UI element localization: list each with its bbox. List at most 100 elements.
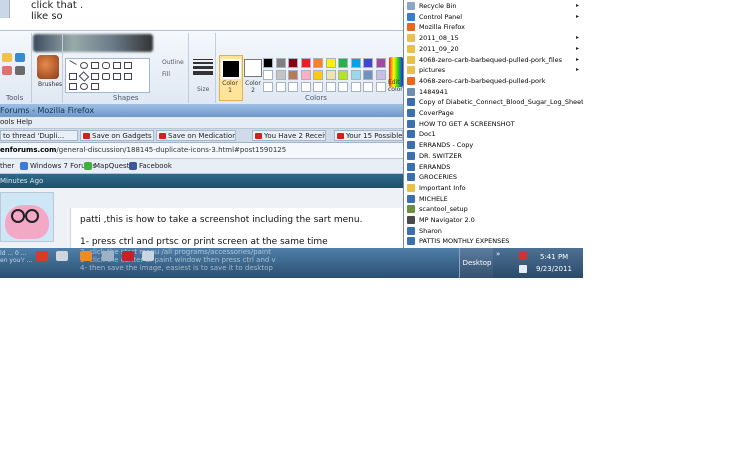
start-menu-item[interactable]: Sharon — [404, 226, 583, 236]
palette-swatch[interactable] — [313, 70, 323, 80]
start-menu-item[interactable]: pictures ▸ — [404, 65, 583, 75]
avatar[interactable] — [0, 192, 54, 242]
color-2-button[interactable] — [244, 59, 262, 77]
custom-swatch[interactable] — [325, 82, 336, 92]
show-hidden-icons-icon[interactable]: » — [496, 250, 504, 258]
app-taskbar-icon[interactable] — [80, 251, 92, 261]
start-menu-item[interactable]: ERRANDS — [404, 162, 583, 172]
start-menu-item[interactable]: 1484941 — [404, 87, 583, 97]
start-menu-item[interactable]: DR. SWITZER — [404, 151, 583, 161]
scrollbar[interactable] — [0, 0, 10, 18]
app-taskbar-icon[interactable] — [102, 251, 114, 261]
start-menu-item[interactable]: HOW TO GET A SCREENSHOT — [404, 119, 583, 129]
start-menu-item[interactable]: 4068-zero-carb-barbequed-pulled-pork_fil… — [404, 55, 583, 65]
palette-swatch[interactable] — [263, 58, 273, 68]
palette-swatch[interactable] — [275, 58, 286, 68]
palette-swatch[interactable] — [288, 70, 298, 80]
tab-received[interactable]: You Have 2 Received ... — [252, 130, 326, 141]
oval-shape-icon[interactable] — [80, 62, 88, 69]
palette-swatch[interactable] — [263, 70, 273, 80]
bookmark-facebook[interactable]: Facebook — [129, 159, 172, 173]
app-taskbar-icon[interactable] — [36, 251, 48, 261]
start-menu-item[interactable]: 2011_08_15 ▸ — [404, 33, 583, 43]
tab-thread[interactable]: to thread 'Dupli... — [0, 130, 78, 141]
custom-swatch[interactable] — [313, 82, 323, 92]
color-palette[interactable] — [263, 58, 389, 94]
palette-swatch[interactable] — [350, 58, 361, 68]
app-taskbar-icon[interactable] — [142, 251, 154, 261]
palette-swatch[interactable] — [375, 70, 386, 80]
palette-swatch[interactable] — [275, 70, 286, 80]
eraser-icon[interactable] — [2, 66, 12, 75]
firefox-menu-bar[interactable]: ools Help — [0, 117, 403, 129]
start-menu-item[interactable]: MICHELE — [404, 194, 583, 204]
shapes-gallery[interactable] — [65, 58, 150, 93]
tab-medications[interactable]: Save on Medications a... — [156, 130, 236, 141]
custom-swatch[interactable] — [375, 82, 386, 92]
callout-shape-icon[interactable] — [69, 83, 77, 90]
palette-swatch[interactable] — [325, 70, 336, 80]
desktop-button[interactable]: Desktop — [459, 248, 494, 278]
address-bar[interactable]: enforums.com/general-discussion/188145-d… — [0, 143, 403, 159]
action-center-icon[interactable] — [519, 252, 527, 260]
fill-dropdown[interactable]: Fill — [162, 71, 170, 78]
diamond-shape-icon[interactable] — [78, 71, 90, 82]
palette-swatch[interactable] — [363, 58, 373, 68]
fill-bucket-icon[interactable] — [15, 53, 25, 62]
palette-swatch[interactable] — [363, 70, 373, 80]
pentagon-shape-icon[interactable] — [91, 73, 99, 80]
start-menu-item[interactable]: CoverPage — [404, 108, 583, 118]
start-menu-item[interactable]: PATTIS MONTHLY EXPENSES — [404, 236, 583, 246]
bookmark-other[interactable]: ther — [0, 159, 14, 173]
start-menu-item[interactable]: Mozilla Firefox — [404, 22, 583, 32]
tab-gadgets[interactable]: Save on Gadgets this ... — [80, 130, 154, 141]
start-menu-item[interactable]: scantool_setup — [404, 204, 583, 214]
start-menu-item[interactable]: 4068-zero-carb-barbequed-pulled-pork — [404, 76, 583, 86]
custom-swatch[interactable] — [300, 82, 311, 92]
start-menu-item[interactable]: Copy of Diabetic_Connect_Blood_Sugar_Log… — [404, 97, 583, 107]
polygon-shape-icon[interactable] — [113, 62, 121, 69]
start-menu-item[interactable]: Recycle Bin ▸ — [404, 1, 583, 11]
outline-dropdown[interactable]: Outline — [162, 59, 184, 66]
clock-date[interactable]: 9/23/2011 — [536, 265, 572, 273]
rounded-rect-shape-icon[interactable] — [102, 62, 110, 69]
palette-swatch[interactable] — [338, 70, 348, 80]
brushes-icon[interactable] — [37, 55, 59, 79]
right-triangle-shape-icon[interactable] — [69, 73, 77, 80]
palette-swatch[interactable] — [375, 58, 386, 68]
start-menu-item[interactable]: ERRANDS - Copy — [404, 140, 583, 150]
start-menu-item[interactable]: MP Navigator 2.0 — [404, 215, 583, 225]
start-menu-item[interactable]: Control Panel ▸ — [404, 12, 583, 22]
custom-swatch[interactable] — [350, 82, 361, 92]
custom-swatch[interactable] — [288, 82, 298, 92]
volume-icon[interactable] — [519, 265, 527, 273]
start-menu-item[interactable]: GROCERIES — [404, 172, 583, 182]
palette-swatch[interactable] — [325, 58, 336, 68]
hexagon-shape-icon[interactable] — [102, 73, 110, 80]
arrow-shape-icon[interactable] — [113, 73, 121, 80]
line-shape-icon[interactable] — [69, 60, 77, 65]
color-1-button[interactable] — [219, 55, 243, 101]
palette-swatch[interactable] — [300, 58, 311, 68]
palette-swatch[interactable] — [313, 58, 323, 68]
triangle-shape-icon[interactable] — [124, 62, 132, 69]
color-picker-icon[interactable] — [15, 66, 25, 75]
tab-possible[interactable]: Your 15 Possible Re — [334, 130, 403, 141]
app-taskbar-icon[interactable] — [122, 251, 134, 261]
palette-swatch[interactable] — [350, 70, 361, 80]
clock-time[interactable]: 5:41 PM — [540, 253, 568, 261]
custom-swatch[interactable] — [363, 82, 373, 92]
palette-swatch[interactable] — [288, 58, 298, 68]
pencil-icon[interactable] — [2, 53, 12, 62]
start-menu-item[interactable]: 2011_09_20 ▸ — [404, 44, 583, 54]
start-menu-item[interactable]: Important Info — [404, 183, 583, 193]
start-menu-item[interactable]: Doc1 — [404, 129, 583, 139]
custom-swatch[interactable] — [275, 82, 286, 92]
custom-swatch[interactable] — [263, 82, 273, 92]
heart-shape-icon[interactable] — [80, 83, 88, 90]
custom-swatch[interactable] — [338, 82, 348, 92]
rectangle-shape-icon[interactable] — [91, 62, 99, 69]
menu-items[interactable]: ools Help — [0, 118, 32, 126]
star-shape-icon[interactable] — [124, 73, 132, 80]
size-icon[interactable] — [193, 59, 213, 81]
